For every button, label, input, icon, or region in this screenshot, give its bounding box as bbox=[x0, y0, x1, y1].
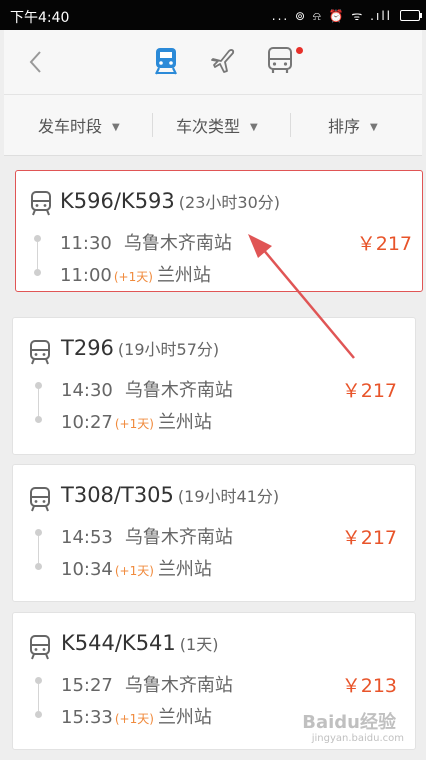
route-line bbox=[38, 531, 39, 565]
divider bbox=[290, 113, 291, 137]
departure-dot bbox=[35, 382, 42, 389]
train-number: T296 bbox=[61, 336, 114, 360]
departure-time: 14:30 bbox=[61, 380, 113, 401]
filter-departure-time[interactable]: 发车时段 ▼ bbox=[38, 113, 120, 137]
train-mode-icon[interactable] bbox=[152, 46, 180, 80]
train-code: T308/T305 (19小时41分) bbox=[61, 483, 279, 507]
arrival-dot bbox=[35, 416, 42, 423]
status-bar: 下午4:40 ... ⊚ ⍾ ⏰ ᯤ .ıll bbox=[0, 0, 426, 30]
trip-duration: (19小时57分) bbox=[117, 340, 220, 359]
filter-label: 发车时段 bbox=[38, 117, 103, 136]
departure-time: 15:27 bbox=[61, 675, 113, 696]
train-card[interactable]: T296 (19小时57分) 14:30 乌鲁木齐南站 10:27 (+1天) 兰州站 … bbox=[12, 317, 416, 455]
arrival-station: 兰州站 bbox=[156, 265, 211, 286]
arrival-station: 兰州站 bbox=[157, 412, 212, 433]
route-line bbox=[38, 384, 39, 418]
arrival-row: 10:27 (+1天) 兰州站 bbox=[61, 408, 212, 434]
train-card[interactable]: T308/T305 (19小时41分) 14:53 乌鲁木齐南站 10:34 (+1天… bbox=[12, 464, 416, 602]
price: ￥217 bbox=[341, 527, 397, 549]
filter-label: 车次类型 bbox=[176, 117, 241, 136]
arrival-time: 15:33 bbox=[61, 707, 113, 728]
departure-station: 乌鲁木齐南站 bbox=[123, 233, 232, 254]
train-card[interactable]: K596/K593 (23小时30分) 11:30 乌鲁木齐南站 11:00 (+1天… bbox=[15, 170, 423, 292]
departure-row: 14:53 乌鲁木齐南站 bbox=[61, 523, 233, 549]
arrival-row: 15:33 (+1天) 兰州站 bbox=[61, 703, 212, 729]
train-number: K544/K541 bbox=[61, 631, 176, 655]
back-arrow-icon[interactable] bbox=[28, 50, 42, 78]
status-icons: ... ⊚ ⍾ ⏰ ᯤ .ıll bbox=[271, 9, 392, 23]
departure-station: 乌鲁木齐南站 bbox=[124, 380, 233, 401]
train-icon bbox=[29, 635, 51, 665]
plane-mode-icon[interactable] bbox=[209, 46, 239, 80]
train-number: K596/K593 bbox=[60, 189, 175, 213]
train-code: T296 (19小时57分) bbox=[61, 336, 219, 360]
status-time: 下午4:40 bbox=[10, 10, 70, 26]
train-icon bbox=[29, 487, 51, 517]
watermark-url: jingyan.baidu.com bbox=[311, 733, 404, 744]
bus-mode-icon[interactable] bbox=[266, 46, 294, 80]
train-code: K596/K593 (23小时30分) bbox=[60, 189, 280, 213]
departure-row: 11:30 乌鲁木齐南站 bbox=[60, 229, 232, 255]
next-day-badge: (+1天) bbox=[114, 417, 154, 431]
dropdown-triangle-icon: ▼ bbox=[370, 122, 378, 133]
divider bbox=[152, 113, 153, 137]
arrival-time: 11:00 bbox=[60, 265, 112, 286]
departure-time: 11:30 bbox=[60, 233, 112, 254]
departure-station: 乌鲁木齐南站 bbox=[124, 527, 233, 548]
battery-icon bbox=[400, 10, 422, 21]
departure-station: 乌鲁木齐南站 bbox=[124, 675, 233, 696]
departure-dot bbox=[34, 235, 41, 242]
arrival-station: 兰州站 bbox=[157, 559, 212, 580]
train-icon bbox=[30, 191, 52, 221]
route-line bbox=[38, 679, 39, 713]
route-line bbox=[37, 237, 38, 271]
dropdown-triangle-icon: ▼ bbox=[250, 122, 258, 133]
price: ￥217 bbox=[356, 233, 412, 255]
filter-train-type[interactable]: 车次类型 ▼ bbox=[176, 113, 258, 137]
next-day-badge: (+1天) bbox=[114, 564, 154, 578]
watermark-logo: Baidu经验 bbox=[302, 712, 396, 733]
arrival-dot bbox=[35, 711, 42, 718]
dropdown-triangle-icon: ▼ bbox=[112, 122, 120, 133]
arrival-row: 11:00 (+1天) 兰州站 bbox=[60, 261, 211, 287]
arrival-row: 10:34 (+1天) 兰州站 bbox=[61, 555, 212, 581]
price: ￥217 bbox=[341, 380, 397, 402]
arrival-dot bbox=[35, 563, 42, 570]
next-day-badge: (+1天) bbox=[114, 712, 154, 726]
trip-duration: (1天) bbox=[179, 635, 219, 654]
train-code: K544/K541 (1天) bbox=[61, 631, 218, 655]
trip-duration: (23小时30分) bbox=[178, 193, 281, 212]
train-icon bbox=[29, 340, 51, 370]
departure-row: 14:30 乌鲁木齐南站 bbox=[61, 376, 233, 402]
filter-label: 排序 bbox=[328, 117, 361, 136]
trip-duration: (19小时41分) bbox=[177, 487, 280, 506]
arrival-station: 兰州站 bbox=[157, 707, 212, 728]
arrival-time: 10:34 bbox=[61, 559, 113, 580]
notification-dot bbox=[296, 47, 303, 54]
top-navigation bbox=[4, 30, 422, 95]
departure-time: 14:53 bbox=[61, 527, 113, 548]
train-number: T308/T305 bbox=[61, 483, 174, 507]
departure-dot bbox=[35, 677, 42, 684]
arrival-time: 10:27 bbox=[61, 412, 113, 433]
departure-row: 15:27 乌鲁木齐南站 bbox=[61, 671, 233, 697]
arrival-dot bbox=[34, 269, 41, 276]
price: ￥213 bbox=[341, 675, 397, 697]
departure-dot bbox=[35, 529, 42, 536]
filter-bar: 发车时段 ▼ 车次类型 ▼ 排序 ▼ bbox=[4, 95, 422, 156]
filter-sort[interactable]: 排序 ▼ bbox=[328, 113, 378, 137]
next-day-badge: (+1天) bbox=[113, 270, 153, 284]
